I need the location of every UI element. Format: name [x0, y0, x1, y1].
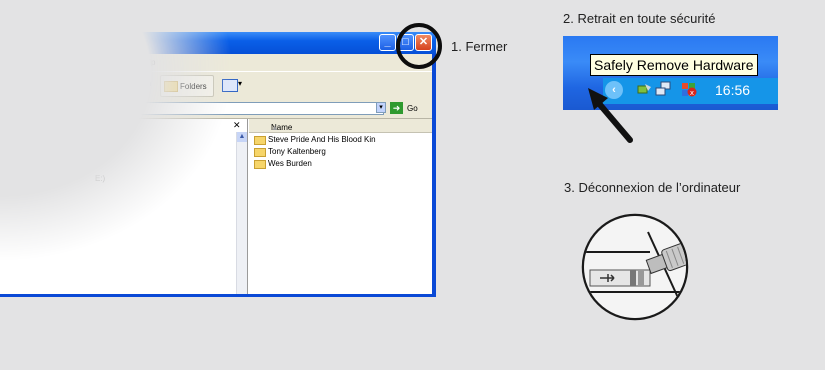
- pointer-arrow-icon: [588, 88, 633, 143]
- back-label: Back: [8, 79, 26, 88]
- step-remove-label: 2. Retrait en toute sécurité: [563, 11, 716, 26]
- address-dropdown[interactable]: ▾: [376, 102, 386, 113]
- folder-icon: [254, 160, 266, 169]
- folder-icon: [254, 148, 266, 157]
- safely-remove-hardware-icon[interactable]: [636, 81, 652, 97]
- minimize-button[interactable]: _: [379, 34, 396, 51]
- folder-icon: [42, 105, 53, 114]
- window-border: [0, 294, 436, 297]
- menu-file[interactable]: File: [3, 58, 16, 67]
- security-alert-icon[interactable]: x: [681, 81, 697, 97]
- folders-icon: [164, 81, 178, 92]
- folders-button[interactable]: Folders: [160, 75, 214, 97]
- views-icon[interactable]: [222, 79, 238, 92]
- title-bar[interactable]: ♫ Music _ □ ✕: [0, 32, 436, 54]
- tree-item[interactable]: ents: [62, 147, 77, 156]
- folders-label: Folders: [180, 82, 207, 91]
- folders-pane: ✕ ents E:) ▲: [0, 119, 247, 294]
- network-icon[interactable]: [655, 81, 671, 97]
- forward-icon[interactable]: →: [43, 78, 57, 92]
- usb-plug-icon: [581, 213, 689, 321]
- pane-close-icon[interactable]: ✕: [233, 120, 241, 131]
- window-body: File Edit View Favorites Tools Help Back…: [0, 54, 432, 294]
- search-button[interactable]: Search: [126, 79, 151, 88]
- folders-scrollbar[interactable]: ▲: [236, 132, 247, 294]
- clock[interactable]: 16:56: [715, 82, 750, 98]
- address-value: E:\Music: [56, 104, 87, 113]
- menu-help[interactable]: Help: [139, 58, 155, 67]
- views-dropdown[interactable]: ▾: [238, 79, 242, 88]
- music-folder-icon: ♫: [3, 37, 11, 48]
- column-header-name[interactable]: Name ▲: [249, 119, 432, 133]
- svg-text:x: x: [690, 89, 694, 97]
- menu-view[interactable]: View: [45, 58, 62, 67]
- menu-edit[interactable]: Edit: [21, 58, 35, 67]
- file-list: Name ▲ Steve Pride And His Blood Kin Ton…: [249, 119, 432, 294]
- go-arrow-icon[interactable]: ➜: [390, 102, 403, 114]
- tree-item[interactable]: E:): [95, 174, 105, 183]
- step-close-label: 1. Fermer: [451, 39, 508, 54]
- toolbar: Back ▾ → ▾ ⬆ Search Folders ▾: [0, 71, 432, 101]
- up-folder-icon[interactable]: ⬆: [78, 76, 88, 90]
- minimize-icon: _: [384, 36, 391, 48]
- back-button[interactable]: Back ▾: [8, 79, 32, 88]
- step-disconnect-label: 3. Déconnexion de l’ordinateur: [564, 180, 741, 195]
- go-button[interactable]: Go: [407, 104, 418, 113]
- forward-dropdown[interactable]: ▾: [65, 79, 69, 88]
- folder-icon: [254, 136, 266, 145]
- tooltip: Safely Remove Hardware: [590, 54, 758, 76]
- close-highlight-circle: [396, 23, 442, 69]
- menu-favorites[interactable]: Favorites: [72, 58, 105, 67]
- menu-bar: File Edit View Favorites Tools Help: [0, 54, 432, 71]
- address-bar: E:\Music ▾ ➜ Go: [0, 100, 432, 119]
- scroll-up-icon[interactable]: ▲: [237, 132, 247, 142]
- address-input[interactable]: E:\Music: [38, 102, 384, 115]
- pane-divider[interactable]: [247, 119, 248, 294]
- explorer-window: ♫ Music _ □ ✕ File Edit View Favorites T…: [0, 32, 436, 297]
- window-title: Music: [14, 36, 46, 48]
- menu-tools[interactable]: Tools: [110, 58, 129, 67]
- search-icon: [108, 78, 122, 92]
